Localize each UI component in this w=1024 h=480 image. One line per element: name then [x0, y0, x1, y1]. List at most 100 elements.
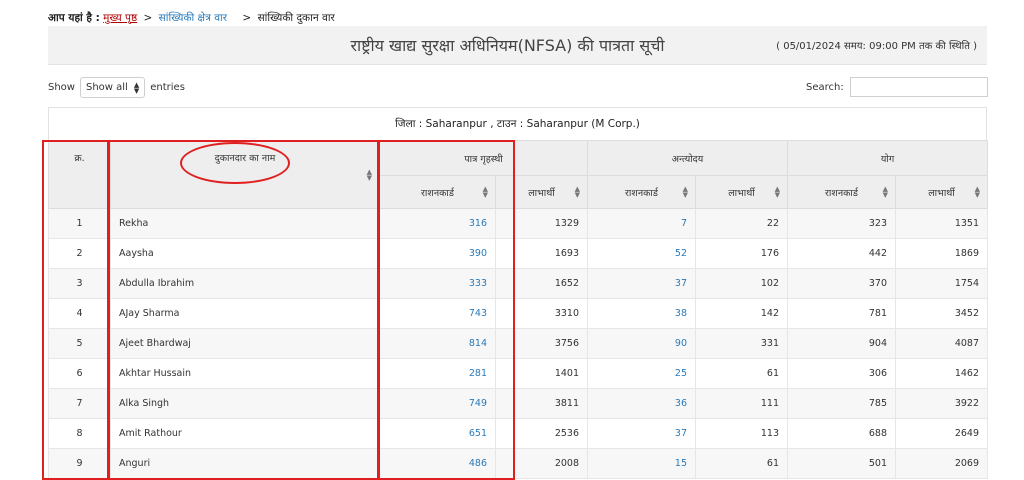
cell-yog-rationcard: 306 — [787, 358, 897, 389]
title-bar: राष्ट्रीय खाद्य सुरक्षा अधिनियम(NFSA) की… — [48, 26, 987, 65]
cell-patra-rationcard-link[interactable]: 814 — [379, 328, 496, 359]
cell-patra-rationcard-link[interactable]: 316 — [379, 208, 496, 239]
cell-antyodaya-rationcard-link[interactable]: 37 — [587, 268, 696, 299]
cell-shopkeeper-name: Abdulla Ibrahim — [110, 268, 380, 299]
data-table-container: जिला : Saharanpur , टाउन : Saharanpur (M… — [48, 107, 989, 479]
cell-yog-rationcard: 501 — [787, 448, 897, 479]
cell-patra-rationcard-link[interactable]: 486 — [379, 448, 496, 479]
sort-icon: ▲ ▼ — [974, 185, 981, 199]
entries-select[interactable]: Show all ▲ ▼ — [79, 77, 146, 98]
cell-antyodaya-rationcard-link[interactable]: 15 — [587, 448, 696, 479]
cell-patra-labharthi: 2536 — [495, 418, 588, 449]
entries-select-value: Show all — [85, 82, 128, 93]
cell-sno: 7 — [48, 388, 111, 419]
breadcrumb-home-link[interactable]: मुख्य पृष्ठ — [103, 12, 137, 24]
sort-icon: ▲ ▼ — [682, 185, 688, 199]
group-header-yog: योग — [787, 140, 989, 176]
col-header-sno[interactable]: क्र. — [48, 140, 111, 209]
col-header-yog-rationcard[interactable]: राशनकार्ड ▲ ▼ — [787, 175, 897, 209]
cell-patra-labharthi: 3756 — [495, 328, 588, 359]
cell-yog-labharthi: 1869 — [895, 238, 989, 269]
group-header-patra-grihasthi: पात्र गृहस्थी — [379, 140, 588, 176]
cell-sno: 4 — [48, 298, 111, 329]
search-label: Search: — [806, 81, 844, 93]
col-header-antyodaya-rationcard[interactable]: राशनकार्ड ▲ ▼ — [587, 175, 696, 209]
cell-patra-labharthi: 3310 — [495, 298, 588, 329]
cell-antyodaya-rationcard-link[interactable]: 37 — [587, 418, 696, 449]
sort-icon: ▲ ▼ — [574, 185, 580, 199]
table-row: 2 Aaysha 390 1693 52 176 442 1869 — [48, 238, 989, 269]
cell-antyodaya-labharthi: 22 — [694, 208, 789, 239]
cell-patra-labharthi: 1329 — [495, 208, 588, 239]
cell-antyodaya-rationcard-link[interactable]: 7 — [587, 208, 696, 239]
select-arrows-icon: ▲ ▼ — [133, 80, 140, 95]
cell-yog-labharthi: 2649 — [895, 418, 989, 449]
col-header-antyodaya-labharthi[interactable]: लाभार्थी ▲ ▼ — [694, 175, 789, 209]
cell-yog-labharthi: 3452 — [895, 298, 989, 329]
breadcrumb-current: सांख्यिकी दुकान वार — [257, 12, 335, 24]
search-input[interactable] — [849, 77, 988, 97]
cell-shopkeeper-name: Amit Rathour — [110, 418, 380, 449]
cell-antyodaya-labharthi: 176 — [694, 238, 789, 269]
cell-shopkeeper-name: AJay Sharma — [110, 298, 380, 329]
breadcrumb-area-link[interactable]: सांख्यिकी क्षेत्र वार — [159, 12, 227, 24]
cell-yog-rationcard: 781 — [787, 298, 897, 329]
cell-patra-rationcard-link[interactable]: 743 — [379, 298, 496, 329]
district-info: जिला : Saharanpur , टाउन : Saharanpur (M… — [48, 107, 987, 140]
cell-yog-labharthi: 3922 — [895, 388, 989, 419]
entries-label: entries — [150, 82, 185, 93]
cell-patra-rationcard-link[interactable]: 333 — [379, 268, 496, 299]
cell-antyodaya-rationcard-link[interactable]: 52 — [587, 238, 696, 269]
cell-patra-labharthi: 2008 — [495, 448, 588, 479]
cell-patra-rationcard-link[interactable]: 390 — [379, 238, 496, 269]
table-row: 7 Alka Singh 749 3811 36 111 785 3922 — [48, 388, 989, 419]
cell-sno: 2 — [48, 238, 111, 269]
cell-patra-rationcard-link[interactable]: 749 — [379, 388, 496, 419]
sort-icon: ▲ ▼ — [366, 167, 372, 182]
cell-shopkeeper-name: Aaysha — [110, 238, 380, 269]
cell-shopkeeper-name: Ajeet Bhardwaj — [110, 328, 380, 359]
cell-antyodaya-labharthi: 142 — [694, 298, 789, 329]
cell-patra-rationcard-link[interactable]: 281 — [379, 358, 496, 389]
cell-sno: 8 — [48, 418, 111, 449]
cell-patra-labharthi: 3811 — [495, 388, 588, 419]
cell-antyodaya-rationcard-link[interactable]: 38 — [587, 298, 696, 329]
cell-antyodaya-rationcard-link[interactable]: 90 — [587, 328, 696, 359]
cell-patra-rationcard-link[interactable]: 651 — [379, 418, 496, 449]
cell-antyodaya-rationcard-link[interactable]: 36 — [587, 388, 696, 419]
cell-patra-labharthi: 1401 — [495, 358, 588, 389]
cell-antyodaya-labharthi: 111 — [694, 388, 789, 419]
cell-sno: 9 — [48, 448, 111, 479]
cell-sno: 1 — [48, 208, 111, 239]
breadcrumb-separator: > — [242, 12, 252, 24]
cell-yog-labharthi: 1754 — [895, 268, 989, 299]
cell-yog-labharthi: 2069 — [895, 448, 989, 479]
cell-yog-rationcard: 904 — [787, 328, 897, 359]
cell-antyodaya-rationcard-link[interactable]: 25 — [587, 358, 696, 389]
col-header-yog-labharthi[interactable]: लाभार्थी ▲ ▼ — [895, 175, 989, 209]
cell-shopkeeper-name: Alka Singh — [110, 388, 380, 419]
cell-yog-rationcard: 442 — [787, 238, 897, 269]
table-row: 6 Akhtar Hussain 281 1401 25 61 306 1462 — [48, 358, 989, 389]
col-header-shopkeeper-name[interactable]: दुकानदार का नाम ▲ ▼ — [110, 140, 380, 209]
search-control: Search: — [806, 77, 988, 97]
table-row: 9 Anguri 486 2008 15 61 501 2069 — [48, 448, 989, 479]
cell-shopkeeper-name: Rekha — [110, 208, 380, 239]
cell-yog-labharthi: 4087 — [895, 328, 989, 359]
cell-sno: 5 — [48, 328, 111, 359]
cell-yog-rationcard: 323 — [787, 208, 897, 239]
breadcrumb-separator: > — [143, 12, 153, 24]
cell-antyodaya-labharthi: 61 — [694, 448, 789, 479]
cell-antyodaya-labharthi: 113 — [694, 418, 789, 449]
col-header-patra-rationcard[interactable]: राशनकार्ड ▲ ▼ — [379, 175, 496, 209]
cell-yog-rationcard: 370 — [787, 268, 897, 299]
table-row: 3 Abdulla Ibrahim 333 1652 37 102 370 1754 — [48, 268, 989, 299]
table-row: 1 Rekha 316 1329 7 22 323 1351 — [48, 208, 989, 239]
cell-antyodaya-labharthi: 61 — [694, 358, 789, 389]
breadcrumb-label: आप यहां है : — [48, 12, 100, 24]
cell-yog-labharthi: 1462 — [895, 358, 989, 389]
sort-icon: ▲ ▼ — [774, 185, 781, 199]
status-timestamp: ( 05/01/2024 समय: 09:00 PM तक की स्थिति … — [776, 41, 977, 52]
group-header-antyodaya: अन्त्योदय — [586, 140, 789, 176]
col-header-patra-labharthi[interactable]: लाभार्थी ▲ ▼ — [495, 175, 588, 209]
